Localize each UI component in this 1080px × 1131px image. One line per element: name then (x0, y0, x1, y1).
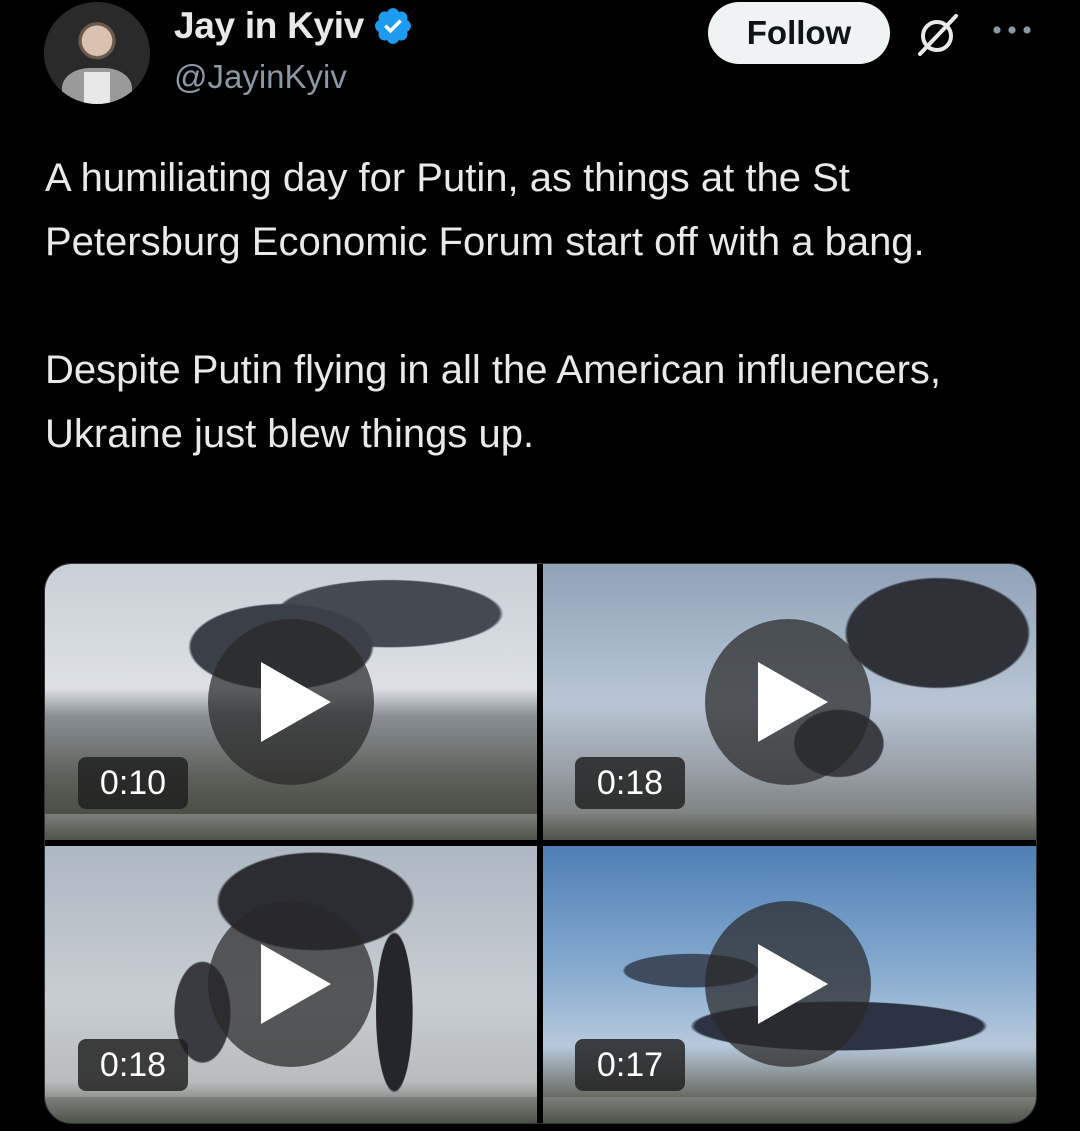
author-avatar[interactable] (44, 2, 150, 104)
grok-icon[interactable] (912, 10, 962, 60)
more-icon[interactable] (990, 20, 1034, 40)
follow-button[interactable]: Follow (708, 2, 890, 64)
tweet-paragraph: A humiliating day for Putin, as things a… (45, 156, 925, 264)
tweet-text: A humiliating day for Putin, as things a… (45, 146, 1045, 466)
play-button[interactable] (705, 619, 871, 785)
thumbnail-skyline (543, 814, 1036, 840)
avatar-shirt (84, 72, 110, 104)
video-duration-badge: 0:10 (78, 757, 188, 809)
thumbnail-skyline (543, 1097, 1036, 1123)
video-thumbnail-4[interactable]: 0:17 (543, 846, 1036, 1123)
play-icon (261, 662, 331, 742)
verified-badge-icon[interactable] (372, 5, 414, 47)
tweet-paragraph: Despite Putin flying in all the American… (45, 348, 942, 456)
thumbnail-skyline (45, 814, 537, 840)
thumbnail-skyline (45, 1097, 537, 1123)
author-name-row: Jay in Kyiv (174, 4, 414, 48)
play-button[interactable] (208, 901, 374, 1067)
play-button[interactable] (208, 619, 374, 785)
video-duration-badge: 0:18 (575, 757, 685, 809)
author-display-name[interactable]: Jay in Kyiv (174, 5, 364, 47)
video-thumbnail-3[interactable]: 0:18 (45, 846, 537, 1123)
play-button[interactable] (705, 901, 871, 1067)
video-duration-badge: 0:17 (575, 1039, 685, 1091)
video-duration-badge: 0:18 (78, 1039, 188, 1091)
author-handle[interactable]: @JayinKyiv (174, 58, 347, 96)
play-icon (261, 944, 331, 1024)
media-grid: 0:10 0:18 0:18 0:17 (44, 563, 1037, 1124)
video-thumbnail-2[interactable]: 0:18 (543, 564, 1036, 840)
play-icon (758, 944, 828, 1024)
video-thumbnail-1[interactable]: 0:10 (45, 564, 537, 840)
play-icon (758, 662, 828, 742)
